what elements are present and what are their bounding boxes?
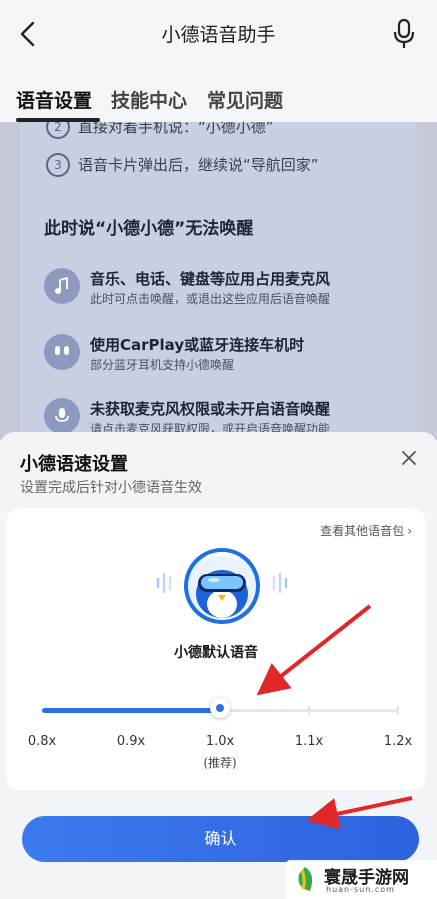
watermark-logo	[298, 867, 313, 891]
sheet-subtitle: 设置完成后针对小德语音生效	[20, 480, 202, 496]
speed-slider-thumb[interactable]	[210, 698, 230, 718]
slider-tick	[308, 706, 310, 715]
top-nav: 小德语音助手	[0, 0, 437, 70]
close-icon[interactable]	[401, 450, 417, 466]
music-note-icon	[44, 268, 80, 304]
reason-item: 音乐、电话、键盘等应用占用麦克风 此时可点击唤醒，或退出这些应用后语音唤醒	[44, 268, 414, 314]
more-voices-link[interactable]: 查看其他语音包 ›	[320, 522, 412, 539]
penguin-mascot-icon	[184, 548, 260, 624]
sheet-title: 小德语速设置	[20, 454, 128, 475]
tab-skill-center[interactable]: 技能中心	[111, 86, 187, 113]
slider-tick	[397, 706, 399, 715]
tab-voice-settings[interactable]: 语音设置	[16, 86, 92, 113]
confirm-button[interactable]: 确认	[22, 816, 419, 862]
speed-option-label[interactable]: 1.1x	[295, 734, 323, 749]
speed-option-label[interactable]: 0.8x	[28, 734, 56, 749]
speed-option-label[interactable]: 1.0x	[206, 734, 234, 749]
page-title: 小德语音助手	[161, 24, 276, 46]
speed-slider-fill	[42, 708, 220, 713]
speed-settings-sheet: 小德语速设置 设置完成后针对小德语音生效 查看其他语音包 › 小德默认语音 0.…	[0, 432, 437, 899]
speed-option-label[interactable]: 1.2x	[384, 734, 412, 749]
voice-avatar[interactable]	[184, 548, 260, 624]
sound-wave-icon	[272, 572, 288, 594]
microphone-icon[interactable]	[393, 18, 415, 50]
watermark: 寰晟手游网 huan-sun.com	[286, 860, 437, 899]
earbuds-icon	[44, 334, 80, 370]
wake-guide: 2 直接对着手机说：“小德小德” 3 语音卡片弹出后，继续说“导航回家” 此时说…	[0, 122, 437, 440]
recommended-label: (推荐)	[203, 756, 237, 770]
microphone-icon	[44, 398, 80, 434]
voice-card: 查看其他语音包 › 小德默认语音 0.8x 0.9x 1.0x 1.1x 1.2…	[6, 508, 426, 790]
sound-wave-icon	[156, 572, 172, 594]
reason-item: 使用CarPlay或蓝牙连接车机时 部分蓝牙耳机支持小德唤醒	[44, 334, 414, 380]
chevron-right-icon: ›	[407, 524, 412, 538]
voice-name: 小德默认语音	[174, 645, 258, 661]
guide-heading: 此时说“小德小德”无法唤醒	[44, 219, 254, 239]
speed-option-label[interactable]: 0.9x	[117, 734, 145, 749]
tab-faq[interactable]: 常见问题	[207, 86, 283, 113]
tab-bar: 语音设置 技能中心 常见问题	[0, 70, 437, 122]
